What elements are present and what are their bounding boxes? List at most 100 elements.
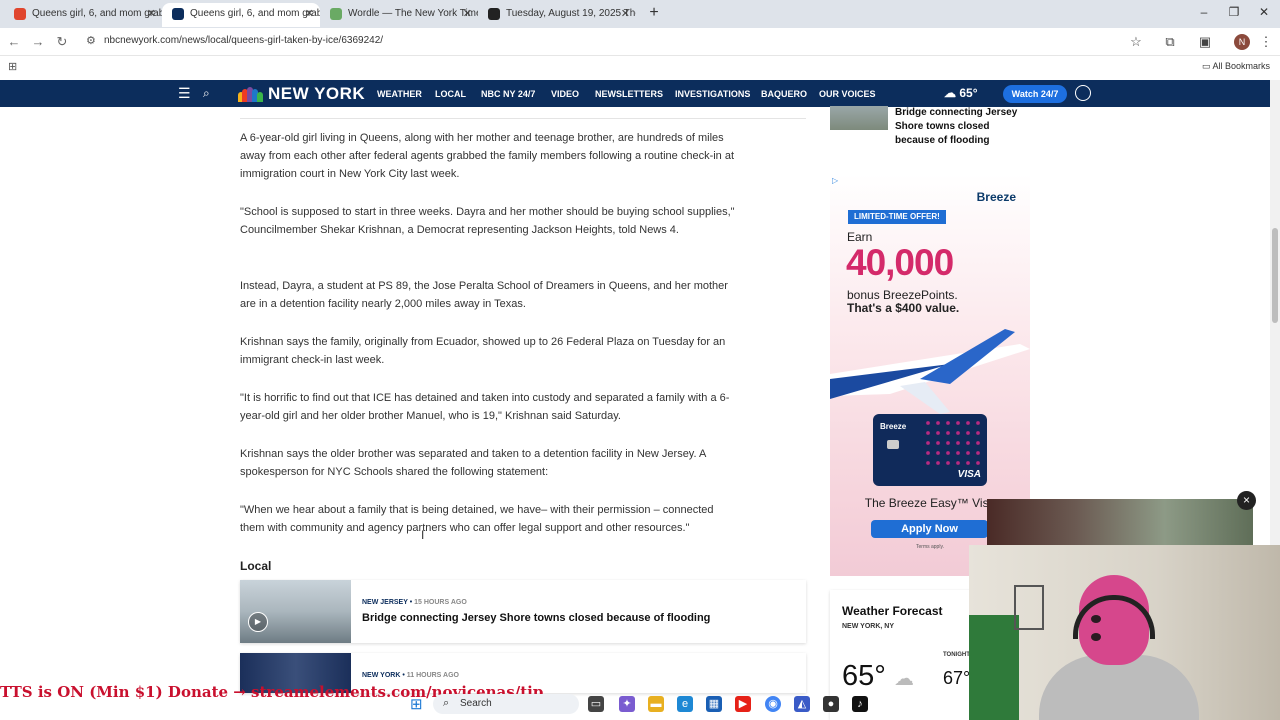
- nbc-logo[interactable]: NEW YORK: [238, 83, 365, 104]
- story-meta: NEW JERSEY • 15 HOURS AGO: [362, 599, 467, 606]
- card-pattern: [923, 418, 983, 468]
- tonight-temperature: 67°: [943, 668, 971, 688]
- scrollbar-thumb[interactable]: [1272, 228, 1278, 323]
- store-icon[interactable]: ▦: [706, 696, 722, 712]
- play-icon[interactable]: ▶: [248, 612, 268, 632]
- side-panel-icon[interactable]: ▣: [1196, 33, 1214, 51]
- airplane-graphic: [830, 329, 1030, 414]
- youtube-icon[interactable]: ▶: [735, 696, 751, 712]
- app-icon[interactable]: ◭: [794, 696, 810, 712]
- article-paragraph: Krishnan says the family, originally fro…: [240, 336, 726, 366]
- site-info-icon[interactable]: ⚙: [86, 34, 96, 47]
- more-menu-icon[interactable]: ⋮: [1257, 33, 1275, 51]
- url-text: nbcnewyork.com/news/local/queens-girl-ta…: [104, 35, 384, 46]
- logo-text: NEW YORK: [268, 83, 366, 103]
- tab-wordle[interactable]: Wordle — The New York Times ✕: [320, 3, 478, 27]
- card-brand: Breeze: [880, 422, 907, 431]
- webcam-feed: [969, 545, 1280, 720]
- address-bar-row: ← → ↻ ⚙ nbcnewyork.com/news/local/queens…: [0, 28, 1280, 56]
- nav-investigations[interactable]: INVESTIGATIONS: [675, 89, 750, 99]
- apply-now-button[interactable]: Apply Now: [871, 520, 988, 538]
- bookmark-star-icon[interactable]: ☆: [1127, 33, 1145, 51]
- article-paragraph: A 6-year-old girl living in Queens, alon…: [240, 132, 735, 180]
- tiktok-icon[interactable]: ♪: [852, 696, 868, 712]
- nav-weather[interactable]: WEATHER: [377, 89, 422, 99]
- site-nav: ☰ ⌕ NEW YORK WEATHER LOCAL NBC NY 24/7 V…: [0, 80, 1270, 107]
- tab-title: Queens girl, 6, and mom grabb: [190, 8, 320, 19]
- story-region: NEW JERSEY: [362, 599, 408, 606]
- local-story-card[interactable]: ▶ NEW JERSEY • 15 HOURS AGO Bridge conne…: [240, 580, 806, 643]
- watch-247-button[interactable]: Watch 24/7: [1003, 85, 1067, 103]
- omnibox[interactable]: ⚙ nbcnewyork.com/news/local/queens-girl-…: [80, 31, 1150, 53]
- ad-bonus-line2: That's a $400 value.: [847, 301, 960, 315]
- hamburger-menu-icon[interactable]: ☰: [178, 85, 191, 102]
- user-account-icon[interactable]: [1075, 85, 1091, 101]
- close-window-icon[interactable]: ✕: [1254, 5, 1274, 19]
- local-heading: Local: [240, 559, 272, 573]
- nav-local[interactable]: LOCAL: [435, 89, 466, 99]
- nav-weather-widget[interactable]: ☁ 65°: [944, 86, 978, 100]
- rail-story-title[interactable]: Bridge connecting Jersey Shore towns clo…: [895, 106, 1030, 148]
- tab-queens-girl-1[interactable]: Queens girl, 6, and mom grabb ✕: [4, 3, 162, 27]
- extensions-icon[interactable]: ⧉: [1161, 33, 1179, 51]
- article-paragraph: Krishnan says the older brother was sepa…: [240, 448, 706, 478]
- tab-close-icon[interactable]: ✕: [147, 3, 156, 25]
- story-time: 11 HOURS AGO: [406, 672, 459, 679]
- minimize-icon[interactable]: –: [1194, 5, 1214, 19]
- file-explorer-icon[interactable]: ▬: [648, 696, 664, 712]
- nav-video[interactable]: VIDEO: [551, 89, 579, 99]
- obs-icon[interactable]: ●: [823, 696, 839, 712]
- text-cursor-icon: I: [421, 528, 425, 542]
- overlay-close-button[interactable]: ×: [1237, 491, 1256, 510]
- credit-card-graphic: Breeze VISA: [873, 414, 987, 486]
- profile-avatar[interactable]: N: [1234, 34, 1250, 50]
- back-icon[interactable]: ←: [6, 34, 22, 50]
- article-paragraph: "When we hear about a family that is bei…: [240, 504, 714, 534]
- nav-nbc-ny-247[interactable]: NBC NY 24/7: [481, 89, 535, 99]
- article-paragraph: "It is horrific to find out that ICE has…: [240, 392, 730, 422]
- windows-start-icon[interactable]: ⊞: [410, 697, 426, 713]
- bookmarks-bar: ⊞ ▭ All Bookmarks: [0, 56, 1280, 78]
- task-view-icon[interactable]: ▭: [588, 696, 604, 712]
- reload-icon[interactable]: ↻: [54, 34, 70, 50]
- tab-tuesday[interactable]: Tuesday, August 19, 2025 The ✕: [478, 3, 636, 27]
- tab-close-icon[interactable]: ✕: [463, 3, 472, 25]
- favicon: [14, 8, 26, 20]
- ad-ribbon: LIMITED-TIME OFFER!: [848, 210, 946, 224]
- tab-close-icon[interactable]: ✕: [621, 3, 630, 25]
- card-network: VISA: [957, 469, 981, 480]
- story-thumbnail: ▶: [240, 580, 351, 643]
- weather-heading: Weather Forecast: [842, 604, 943, 618]
- edge-icon[interactable]: e: [677, 696, 693, 712]
- webcam-secondary-feed: [987, 499, 1253, 545]
- chrome-icon[interactable]: ◉: [765, 696, 781, 712]
- favicon: [172, 8, 184, 20]
- nav-newsletters[interactable]: NEWSLETTERS: [595, 89, 663, 99]
- card-chip-icon: [887, 440, 899, 449]
- new-tab-button[interactable]: +: [645, 4, 663, 22]
- tab-close-icon[interactable]: ✕: [305, 3, 314, 25]
- rail-story-thumbnail[interactable]: [830, 106, 888, 130]
- apps-grid-icon[interactable]: ⊞: [8, 60, 17, 73]
- nav-temperature: 65°: [959, 86, 978, 100]
- taskbar: ⊞ ⌕ Search ▭ ✦ ▬ e ▦ ▶ ◉ ◭ ● ♪: [400, 694, 880, 716]
- adchoices-icon[interactable]: ▷: [832, 176, 838, 185]
- nav-our-voices[interactable]: OUR VOICES: [819, 89, 876, 99]
- story-meta: NEW YORK • 11 HOURS AGO: [362, 672, 459, 679]
- tab-title: Tuesday, August 19, 2025 The: [506, 8, 636, 19]
- divider: [240, 118, 806, 119]
- tab-queens-girl-2[interactable]: Queens girl, 6, and mom grabb ✕: [162, 3, 320, 27]
- forward-icon[interactable]: →: [30, 34, 46, 50]
- all-bookmarks-button[interactable]: ▭ All Bookmarks: [1202, 61, 1270, 72]
- restore-icon[interactable]: ❐: [1224, 5, 1244, 19]
- story-title[interactable]: Bridge connecting Jersey Shore towns clo…: [362, 612, 710, 624]
- taskbar-search[interactable]: ⌕ Search: [433, 694, 579, 714]
- copilot-icon[interactable]: ✦: [619, 696, 635, 712]
- weather-location: NEW YORK, NY: [842, 623, 894, 630]
- nav-baquero[interactable]: BAQUERO: [761, 89, 807, 99]
- ad-amount: 40,000: [846, 242, 954, 283]
- favicon: [488, 8, 500, 20]
- cloud-icon: ☁: [894, 668, 914, 690]
- search-icon[interactable]: ⌕: [203, 86, 210, 101]
- ad-bonus: bonus BreezePoints. That's a $400 value.: [847, 289, 959, 315]
